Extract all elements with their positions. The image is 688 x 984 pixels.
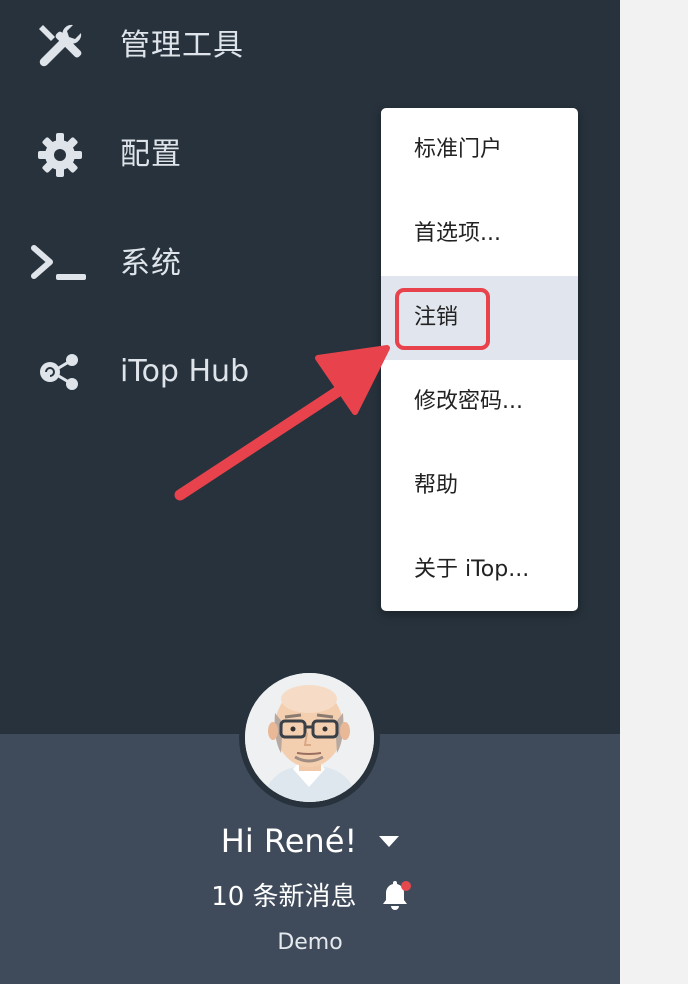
annotation-arrow-icon bbox=[174, 345, 390, 501]
